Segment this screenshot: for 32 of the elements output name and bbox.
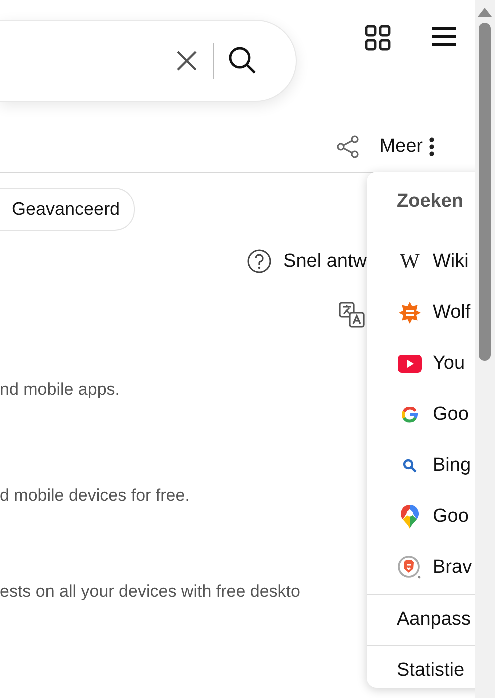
wolfram-star-icon <box>399 302 421 324</box>
scroll-up-icon[interactable] <box>478 8 492 17</box>
close-icon[interactable] <box>175 49 199 73</box>
wikipedia-w-icon: W <box>400 249 420 274</box>
menu-item[interactable]: Wolf <box>433 302 471 324</box>
search-icon <box>403 458 417 472</box>
menu-item[interactable]: Goo <box>433 506 469 528</box>
search-field[interactable] <box>0 20 297 102</box>
video-play-icon <box>398 354 422 372</box>
quick-answers-label[interactable]: Snel antw <box>284 250 367 272</box>
filter-chip[interactable]: Geavanceerd <box>0 188 136 231</box>
search-icon[interactable] <box>228 46 258 76</box>
result-snippet: nd mobile apps. <box>0 380 122 400</box>
menu-item[interactable]: Goo <box>433 404 469 426</box>
more-button[interactable]: Meer <box>380 136 435 158</box>
result-snippet: d mobile devices for free. <box>0 486 191 506</box>
translate-icon[interactable] <box>339 302 365 328</box>
menu-heading: Zoeken <box>396 190 465 214</box>
map-pin-icon <box>401 504 419 528</box>
apps-grid-icon[interactable] <box>365 25 391 51</box>
scrollbar-thumb[interactable] <box>479 23 491 361</box>
help-icon[interactable] <box>246 249 272 274</box>
result-snippet: ests on all your devices with free deskto <box>0 582 302 602</box>
menu-item[interactable]: Bing <box>433 454 472 476</box>
menu-item[interactable]: Brav <box>433 556 472 578</box>
menu-item[interactable]: You <box>433 352 466 374</box>
menu-item[interactable]: Wiki <box>433 250 469 272</box>
google-g-icon <box>402 406 418 422</box>
lion-shield-icon <box>398 556 422 580</box>
share-icon[interactable] <box>336 135 360 159</box>
menu-icon[interactable] <box>431 27 457 47</box>
kebab-icon <box>429 137 435 157</box>
